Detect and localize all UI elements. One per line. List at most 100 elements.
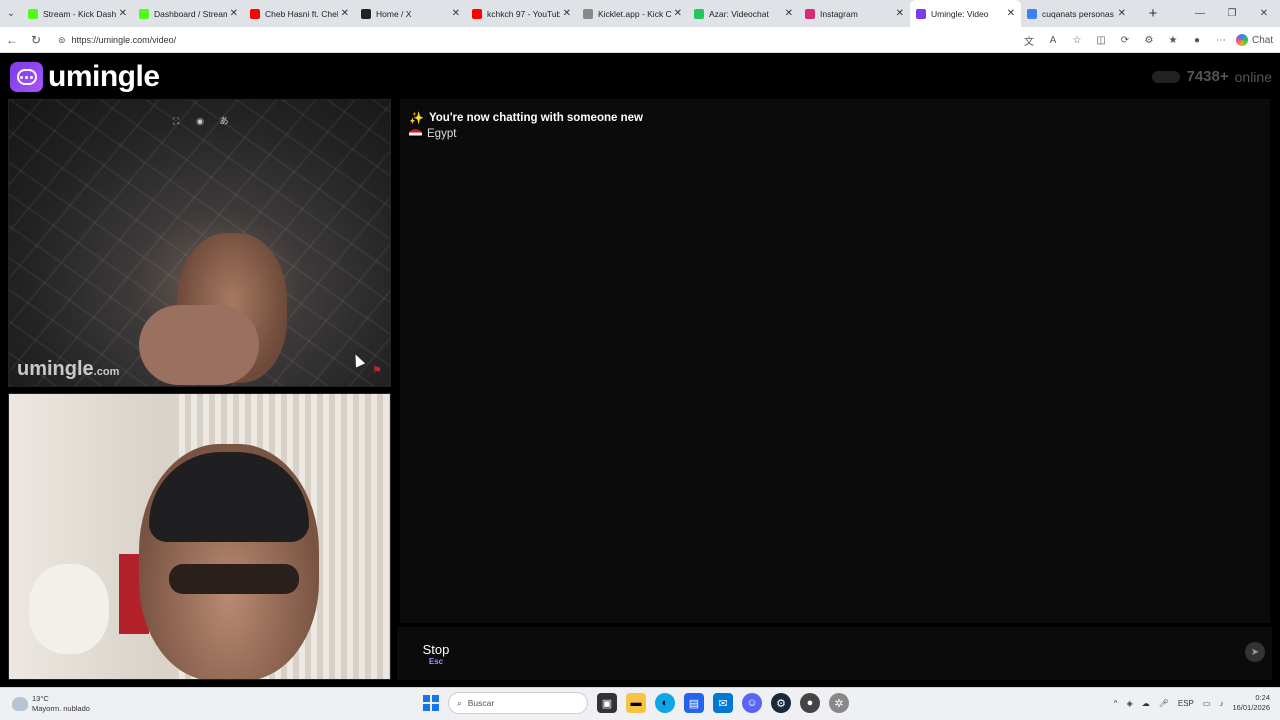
tab-close-icon[interactable]: ✕ <box>452 8 460 19</box>
tab-favicon-icon <box>250 8 260 19</box>
report-flag-icon[interactable]: ⚑ <box>370 364 384 378</box>
clock[interactable]: 0:24 16/01/2026 <box>1232 693 1270 713</box>
toolbar-icons: 文 A ☆ ◫ ⟳ ⚙ ★ ● ⋯ Chat <box>1020 27 1274 53</box>
language-indicator[interactable]: ESP <box>1178 699 1194 708</box>
new-tab-button[interactable]: + <box>1140 5 1166 22</box>
tab-close-icon[interactable]: ✕ <box>785 8 793 19</box>
steam-icon[interactable]: ⚙ <box>771 693 791 713</box>
split-screen-icon[interactable]: ◫ <box>1092 35 1110 46</box>
send-icon[interactable]: ➤ <box>1245 642 1265 662</box>
microphone-icon[interactable]: 🎤︎ <box>1159 699 1169 708</box>
back-icon[interactable]: ← <box>0 33 24 47</box>
store-icon[interactable]: ▤ <box>684 693 704 713</box>
url-text: https://umingle.com/video/ <box>71 35 177 45</box>
tab-close-icon[interactable]: ✕ <box>1118 8 1126 19</box>
date: 16/01/2026 <box>1232 703 1270 712</box>
browser-tab[interactable]: Stream - Kick Dashb ✕ <box>22 0 133 27</box>
stop-button[interactable]: Stop Esc <box>397 627 475 680</box>
copilot-label: Chat <box>1252 34 1274 46</box>
task-view-icon[interactable]: ▣ <box>597 693 617 713</box>
chat-panel: ✨ You're now chatting with someone new E… <box>400 99 1270 623</box>
windows-start-icon[interactable] <box>423 695 439 711</box>
favorite-star-icon[interactable]: ☆ <box>1068 35 1086 46</box>
url-field[interactable]: ⊜ https://umingle.com/video/ <box>52 30 1032 50</box>
close-window-icon[interactable]: ✕ <box>1248 0 1280 27</box>
tab-label: Stream - Kick Dashb <box>43 8 116 19</box>
tab-favicon-icon <box>28 8 38 19</box>
favorites-icon[interactable]: ★ <box>1164 35 1182 46</box>
remote-video: ⛶ ◉ あ umingle.com ⚑ <box>8 99 391 387</box>
tab-close-icon[interactable]: ✕ <box>119 8 127 19</box>
chat-bubble-logo-icon <box>10 62 43 92</box>
read-aloud-icon[interactable]: A <box>1044 35 1062 46</box>
profile-avatar-icon[interactable]: ● <box>1188 35 1206 46</box>
more-menu-icon[interactable]: ⋯ <box>1212 35 1230 46</box>
chat-controls: Stop Esc ➤ <box>397 627 1272 680</box>
tab-favicon-icon <box>139 8 149 19</box>
tab-list-chevron-icon[interactable]: ⌄ <box>0 0 22 27</box>
taskbar-search[interactable]: ⌕ Buscar <box>448 692 588 714</box>
browser-tab[interactable]: Home / X ✕ <box>355 0 466 27</box>
browser-tab[interactable]: Cheb Hasni ft. Cheb ✕ <box>244 0 355 27</box>
copilot-button[interactable]: Chat <box>1236 34 1274 46</box>
theme-toggle[interactable] <box>1152 70 1181 83</box>
translate-video-icon[interactable]: あ <box>217 114 231 128</box>
online-count: 7438+ <box>1186 68 1229 85</box>
browser-tab[interactable]: Instagram ✕ <box>799 0 910 27</box>
egypt-flag-icon <box>409 129 422 139</box>
onedrive-icon[interactable]: ☁ <box>1142 699 1150 708</box>
file-explorer-icon[interactable]: ▬ <box>626 693 646 713</box>
tab-label: Dashboard / Stream <box>154 8 227 19</box>
restore-icon[interactable]: ❐ <box>1216 0 1248 27</box>
camera-icon[interactable]: ◉ <box>193 114 207 128</box>
tab-label: Azar: Videochat <box>709 8 769 19</box>
refresh-extension-icon[interactable]: ⟳ <box>1116 35 1134 46</box>
message-input[interactable] <box>481 630 1269 676</box>
online-label: online <box>1234 68 1272 85</box>
cloud-icon <box>12 697 28 711</box>
browser-tab[interactable]: kchkch 97 - YouTube ✕ <box>466 0 577 27</box>
local-video <box>8 393 391 680</box>
tab-favicon-icon <box>805 8 815 19</box>
obs-icon[interactable]: ● <box>800 693 820 713</box>
tab-close-icon[interactable]: ✕ <box>341 8 349 19</box>
browser-tab[interactable]: Azar: Videochat ✕ <box>688 0 799 27</box>
tab-close-icon[interactable]: ✕ <box>230 8 238 19</box>
settings-icon[interactable]: ✲ <box>829 693 849 713</box>
minimize-icon[interactable]: — <box>1184 0 1216 27</box>
edge-browser-icon[interactable]: ◐ <box>655 693 675 713</box>
sparkles-icon: ✨ <box>409 111 424 125</box>
network-icon[interactable]: ▭ <box>1203 699 1211 708</box>
browser-tab-strip: ⌄ Stream - Kick Dashb ✕ Dashboard / Stream… <box>0 0 1280 27</box>
translate-icon[interactable]: 文 <box>1020 33 1038 48</box>
browser-tab[interactable]: Dashboard / Stream ✕ <box>133 0 244 27</box>
tray-app-icon[interactable]: ◈ <box>1127 699 1133 708</box>
system-message: ✨ You're now chatting with someone new <box>409 111 643 125</box>
tray-chevron-icon[interactable]: ^ <box>1114 699 1118 708</box>
tab-label: Instagram <box>820 8 858 19</box>
search-label: Buscar <box>467 698 495 708</box>
site-logo[interactable]: umingle <box>10 60 160 94</box>
tab-close-icon[interactable]: ✕ <box>896 8 904 19</box>
tab-label: kchkch 97 - YouTube <box>487 8 560 19</box>
tab-close-icon[interactable]: ✕ <box>1007 8 1015 19</box>
tab-favicon-icon <box>1027 8 1037 19</box>
umingle-watermark: umingle.com <box>17 358 120 380</box>
tab-close-icon[interactable]: ✕ <box>674 8 682 19</box>
browser-tab[interactable]: cuqanats personas ✕ <box>1021 0 1132 27</box>
outlook-icon[interactable]: ✉ <box>713 693 733 713</box>
discord-icon[interactable]: ☺ <box>742 693 762 713</box>
window-controls: — ❐ ✕ <box>1184 0 1280 27</box>
tab-close-icon[interactable]: ✕ <box>563 8 571 19</box>
weather-widget[interactable]: 13°C Mayorm. nublado <box>12 694 90 714</box>
address-bar-row: ← ↻ ⊜ https://umingle.com/video/ 文 A ☆ ◫… <box>0 27 1280 53</box>
reload-icon[interactable]: ↻ <box>24 33 48 47</box>
extensions-icon[interactable]: ⚙ <box>1140 35 1158 46</box>
fullscreen-icon[interactable]: ⛶ <box>169 114 183 128</box>
volume-icon[interactable]: ♪ <box>1219 699 1223 708</box>
browser-tab[interactable]: Umingle: Video ✕ <box>910 0 1021 27</box>
browser-tab[interactable]: Kicklet.app - Kick Ch ✕ <box>577 0 688 27</box>
windows-taskbar: 13°C Mayorm. nublado ⌕ Buscar ▣ ▬ ◐ ▤ ✉ … <box>0 687 1280 720</box>
umingle-page: umingle 7438+ online ⛶ ◉ あ umingle.com ⚑… <box>0 54 1280 686</box>
site-info-icon[interactable]: ⊜ <box>58 35 66 46</box>
